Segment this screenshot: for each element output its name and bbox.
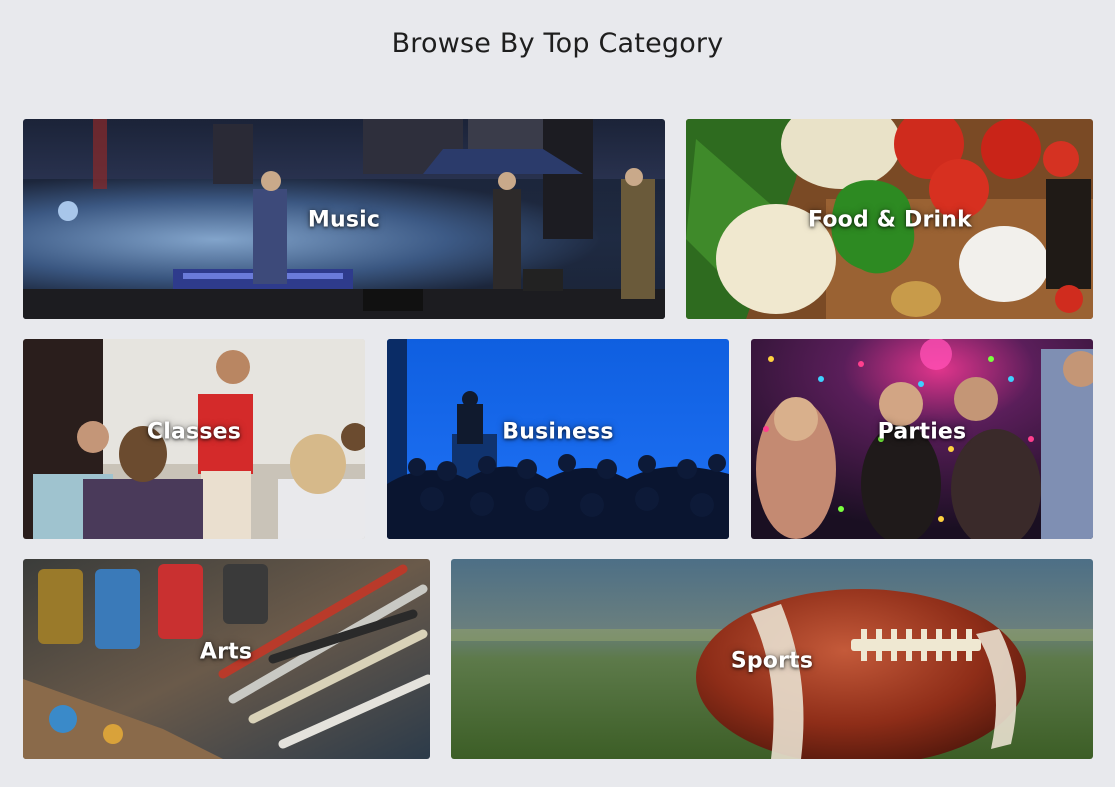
category-tile-arts[interactable]: Arts <box>23 559 430 759</box>
category-tile-business[interactable]: Business <box>387 339 729 539</box>
category-label: Music <box>307 207 381 233</box>
category-tile-parties[interactable]: Parties <box>751 339 1093 539</box>
category-label: Food & Drink <box>808 207 972 233</box>
category-tile-classes[interactable]: Classes <box>23 339 365 539</box>
category-label: Arts <box>199 639 253 665</box>
category-tile-music[interactable]: Music <box>23 119 665 319</box>
category-label: Sports <box>730 648 814 674</box>
category-tile-sports[interactable]: Sports <box>451 559 1093 759</box>
category-label: Business <box>502 419 614 445</box>
category-label: Parties <box>877 419 967 445</box>
category-tile-food-drink[interactable]: Food & Drink <box>686 119 1093 319</box>
page-title: Browse By Top Category <box>391 28 724 59</box>
category-label: Classes <box>146 419 242 445</box>
